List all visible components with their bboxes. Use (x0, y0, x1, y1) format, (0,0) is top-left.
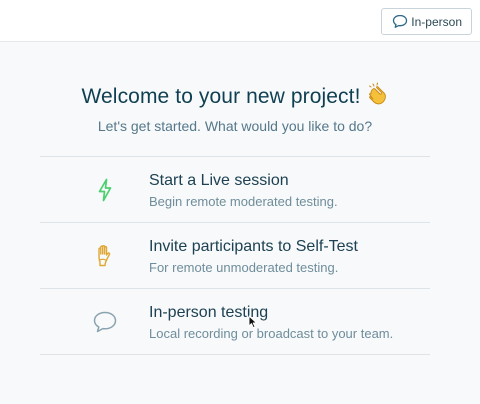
speech-bubble-icon (91, 310, 119, 334)
welcome-heading: Welcome to your new project! (0, 82, 470, 112)
option-self-test[interactable]: Invite participants to Self-Test For rem… (40, 223, 430, 289)
project-options-list: Start a Live session Begin remote modera… (40, 156, 430, 355)
lightning-icon (91, 178, 119, 202)
option-description: Begin remote moderated testing. (149, 194, 338, 209)
in-person-mode-label: In-person (411, 14, 462, 29)
option-live-session[interactable]: Start a Live session Begin remote modera… (40, 157, 430, 223)
speech-bubble-icon (392, 14, 408, 29)
option-title: Start a Live session (149, 172, 289, 189)
option-description: Local recording or broadcast to your tea… (149, 326, 394, 341)
clapping-hands-icon (365, 82, 389, 112)
option-in-person[interactable]: In-person testing Local recording or bro… (40, 289, 430, 355)
top-bar: In-person (0, 0, 480, 42)
option-description: For remote unmoderated testing. (149, 260, 339, 275)
welcome-title: Welcome to your new project! (81, 85, 361, 108)
option-title: In-person testing (149, 304, 269, 321)
raised-hand-icon (91, 244, 119, 268)
welcome-subtitle: Let's get started. What would you like t… (97, 118, 373, 134)
option-title: Invite participants to Self-Test (149, 238, 358, 255)
in-person-mode-button[interactable]: In-person (381, 8, 472, 35)
